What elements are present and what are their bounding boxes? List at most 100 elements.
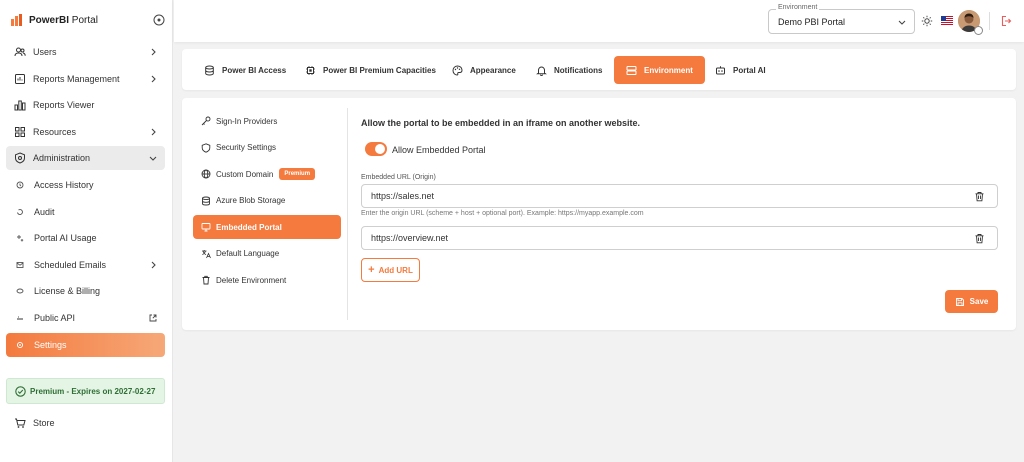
bar-chart-icon [14,99,26,111]
nav-embedded-portal[interactable]: Embedded Portal [193,215,341,239]
database-icon [204,65,215,76]
environment-settings-card: Sign-In Providers Security Settings Cust… [182,98,1016,330]
tab-power-bi-access[interactable]: Power BI Access [194,56,296,84]
embedded-url-input[interactable]: https://sales.net [361,184,998,208]
nav-azure-blob-storage[interactable]: Azure Blob Storage [193,189,341,213]
server-icon [626,65,637,76]
sidebar-item-public-api[interactable]: Public API [6,306,165,330]
store-icon [14,417,26,429]
embedded-url-value: https://sales.net [371,191,435,201]
key-icon [201,116,211,126]
logout-icon[interactable] [1000,15,1012,27]
sidebar-item-portal-ai-usage[interactable]: Portal AI Usage [6,226,165,250]
nav-sign-in-providers[interactable]: Sign-In Providers [193,109,341,133]
avatar-settings-icon [974,26,983,35]
chevron-right-icon [149,261,157,269]
nav-delete-environment[interactable]: Delete Environment [193,268,341,292]
globe-icon [201,169,211,179]
embedded-url-input[interactable]: https://overview.net [361,226,998,250]
environment-value: Demo PBI Portal [778,17,846,27]
sidebar-item-label: Access History [34,179,94,190]
header-divider [989,12,990,30]
nav-label: Azure Blob Storage [216,196,286,205]
tab-portal-ai[interactable]: Portal AI [705,56,776,84]
delete-url-trash-icon[interactable] [974,233,985,244]
top-header: Environment Demo PBI Portal [174,0,1024,42]
embedded-portal-panel: Allow the portal to be embedded in an if… [361,98,1001,330]
sidebar-item-label: Reports Viewer [33,100,95,111]
tab-label: Power BI Premium Capacities [323,65,436,75]
logo-row: PowerBI Portal [10,10,165,30]
tab-label: Notifications [554,65,603,75]
sidebar-item-scheduled-emails[interactable]: Scheduled Emails [6,253,165,277]
history-icon [16,181,24,189]
sidebar-item-label: Audit [34,206,55,217]
vertical-divider [347,108,348,320]
tab-label: Appearance [470,65,516,75]
tab-power-bi-premium-capacities[interactable]: Power BI Premium Capacities [295,56,446,84]
tab-appearance[interactable]: Appearance [442,56,526,84]
embedded-description: Allow the portal to be embedded in an if… [361,118,641,128]
billing-icon [16,287,24,295]
sidebar-item-store[interactable]: Store [6,411,165,435]
theme-toggle-sun-icon[interactable] [921,15,933,27]
tab-notifications[interactable]: Notifications [526,56,612,84]
embedded-url-hint: Enter the origin URL (scheme + host + op… [361,210,644,217]
nav-label: Delete Environment [216,275,287,285]
us-flag-icon[interactable] [941,16,953,25]
allow-embedded-toggle[interactable] [365,142,387,156]
trash-icon [201,275,211,285]
shield-icon [201,142,211,153]
sidebar-item-administration[interactable]: Administration [6,146,165,171]
chevron-down-icon [149,154,157,162]
palette-icon [452,64,463,76]
external-link-icon [149,314,157,322]
nav-security-settings[interactable]: Security Settings [193,136,341,160]
embedded-url-value: https://overview.net [371,233,449,243]
sidebar-item-label: Reports Management [33,73,120,84]
environment-select[interactable]: Environment Demo PBI Portal [768,4,915,34]
tab-environment[interactable]: Environment [614,56,705,84]
sidebar-item-label: Administration [33,153,91,164]
robot-icon [715,65,726,76]
save-icon [955,297,965,307]
translate-icon [201,249,211,259]
sidebar-item-access-history[interactable]: Access History [6,173,165,197]
tab-label: Power BI Access [222,65,287,75]
sidebar-item-license-billing[interactable]: License & Billing [6,279,165,303]
sidebar-item-label: License & Billing [34,286,101,297]
sidebar-item-reports-viewer[interactable]: Reports Viewer [6,93,165,117]
settings-tabs: Power BI Access Power BI Premium Capacit… [182,49,1016,90]
add-url-button[interactable]: + Add URL [361,258,420,282]
sidebar: PowerBI Portal Users Reports Management … [0,0,173,462]
environment-label: Environment [776,4,820,11]
check-circle-icon [15,385,26,397]
sidebar-item-users[interactable]: Users [6,40,165,64]
monitor-icon [201,222,211,232]
bell-icon [536,65,547,76]
reports-management-icon [14,73,26,85]
chevron-down-icon [898,18,906,26]
delete-url-trash-icon[interactable] [974,191,985,202]
chip-icon [305,65,316,76]
tab-label: Portal AI [733,65,766,75]
collapse-sidebar-icon[interactable] [153,14,165,26]
mail-icon [16,261,24,269]
nav-label: Default Language [216,249,280,258]
nav-label: Embedded Portal [216,222,282,232]
chevron-right-icon [149,75,157,83]
sidebar-item-reports-management[interactable]: Reports Management [6,67,165,91]
audit-icon [16,208,24,216]
sidebar-item-audit[interactable]: Audit [6,200,165,224]
save-button[interactable]: Save [945,290,998,313]
nav-custom-domain[interactable]: Custom Domain Premium [193,162,341,186]
nav-default-language[interactable]: Default Language [193,242,341,266]
settings-icon [16,341,24,349]
nav-label: Security Settings [216,143,277,152]
sidebar-item-label: Settings [34,339,67,350]
sidebar-nav: Users Reports Management Reports Viewer … [6,40,165,359]
chevron-right-icon [149,48,157,56]
sidebar-item-resources[interactable]: Resources [6,120,165,144]
premium-status-badge: Premium - Expires on 2027-02-27 [6,378,165,404]
sidebar-item-settings[interactable]: Settings [6,332,165,357]
